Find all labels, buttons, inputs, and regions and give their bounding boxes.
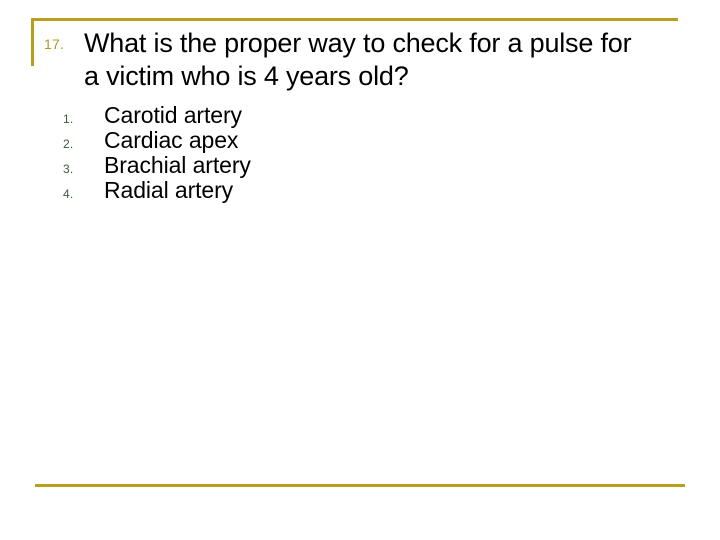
option-number-1: 1. — [63, 112, 74, 126]
option-label-2: Cardiac apex — [104, 127, 239, 153]
option-label-4: Radial artery — [104, 177, 234, 203]
list-item[interactable]: 2. Cardiac apex — [56, 128, 616, 153]
question-block: 17. What is the proper way to check for … — [44, 27, 674, 93]
option-number-2: 2. — [63, 137, 74, 151]
left-accent-rule — [31, 18, 34, 66]
list-item[interactable]: 4. Radial artery — [56, 178, 616, 203]
answer-options-list: 1. Carotid artery 2. Cardiac apex 3. Bra… — [56, 103, 616, 203]
question-line-1: What is the proper way to check for a — [84, 28, 523, 58]
question-row: 17. What is the proper way to check for … — [44, 27, 674, 93]
question-number: 17. — [44, 36, 65, 52]
top-accent-rule — [31, 18, 678, 21]
option-number-4: 4. — [63, 187, 74, 201]
list-item[interactable]: 1. Carotid artery — [56, 103, 616, 128]
list-item[interactable]: 3. Brachial artery — [56, 153, 616, 178]
option-label-1: Carotid artery — [104, 102, 242, 128]
bottom-accent-rule — [35, 484, 685, 487]
slide: 17. What is the proper way to check for … — [0, 0, 720, 540]
question-text: What is the proper way to check for a pu… — [84, 27, 644, 93]
option-number-3: 3. — [63, 162, 74, 176]
option-label-3: Brachial artery — [104, 152, 251, 178]
